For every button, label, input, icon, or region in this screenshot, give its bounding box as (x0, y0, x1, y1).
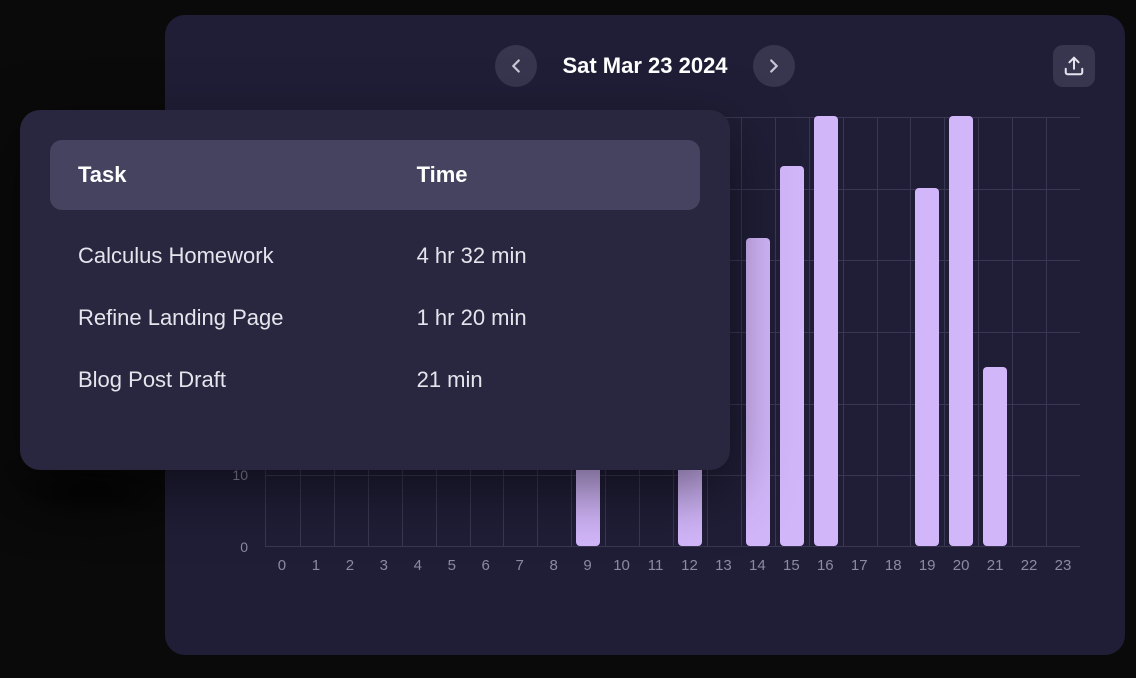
x-tick-label: 6 (482, 557, 490, 574)
chart-bar (746, 238, 770, 546)
upload-icon (1063, 55, 1085, 77)
grid-line-vertical (944, 117, 945, 546)
chevron-left-icon (505, 55, 527, 77)
task-name-cell: Calculus Homework (78, 243, 417, 269)
next-day-button[interactable] (753, 45, 795, 87)
task-time-cell: 21 min (417, 367, 483, 393)
grid-line-vertical (1046, 117, 1047, 546)
grid-line-vertical (877, 117, 878, 546)
grid-line-vertical (910, 117, 911, 546)
task-time-cell: 4 hr 32 min (417, 243, 527, 269)
prev-day-button[interactable] (495, 45, 537, 87)
x-tick-label: 14 (749, 557, 766, 574)
task-table-header: Task Time (50, 140, 700, 210)
chart-bar (949, 116, 973, 546)
x-tick-label: 11 (648, 557, 664, 574)
task-row: Blog Post Draft21 min (50, 349, 700, 411)
x-tick-label: 8 (549, 557, 557, 574)
x-tick-label: 9 (583, 557, 591, 574)
grid-line-vertical (775, 117, 776, 546)
x-tick-label: 17 (851, 557, 868, 574)
column-header-task: Task (78, 162, 417, 188)
x-tick-label: 3 (380, 557, 388, 574)
y-tick-label: 0 (240, 539, 248, 555)
task-summary-panel: Task Time Calculus Homework4 hr 32 minRe… (20, 110, 730, 470)
chart-bar (814, 116, 838, 546)
column-header-time: Time (417, 162, 468, 188)
date-nav-header: Sat Mar 23 2024 (200, 45, 1090, 87)
grid-line-vertical (1012, 117, 1013, 546)
chart-bar (983, 367, 1007, 546)
x-tick-label: 16 (817, 557, 834, 574)
x-tick-label: 4 (414, 557, 422, 574)
x-tick-label: 19 (919, 557, 936, 574)
chevron-right-icon (763, 55, 785, 77)
x-tick-label: 0 (278, 557, 286, 574)
x-tick-label: 18 (885, 557, 902, 574)
task-name-cell: Blog Post Draft (78, 367, 417, 393)
x-tick-label: 21 (987, 557, 1004, 574)
x-tick-label: 7 (516, 557, 524, 574)
grid-line-vertical (741, 117, 742, 546)
x-tick-label: 1 (312, 557, 320, 574)
x-tick-label: 10 (613, 557, 630, 574)
task-row: Calculus Homework4 hr 32 min (50, 225, 700, 287)
x-tick-label: 23 (1055, 557, 1072, 574)
x-tick-label: 20 (953, 557, 970, 574)
x-axis: 01234567891011121314151617181920212223 (265, 557, 1080, 577)
x-tick-label: 2 (346, 557, 354, 574)
current-date: Sat Mar 23 2024 (562, 53, 727, 79)
x-tick-label: 13 (715, 557, 732, 574)
grid-line-vertical (978, 117, 979, 546)
chart-bar (780, 166, 804, 546)
chart-bar (915, 188, 939, 546)
x-tick-label: 15 (783, 557, 800, 574)
export-button[interactable] (1053, 45, 1095, 87)
task-name-cell: Refine Landing Page (78, 305, 417, 331)
task-time-cell: 1 hr 20 min (417, 305, 527, 331)
x-tick-label: 12 (681, 557, 698, 574)
grid-line-vertical (843, 117, 844, 546)
task-row: Refine Landing Page1 hr 20 min (50, 287, 700, 349)
x-tick-label: 5 (448, 557, 456, 574)
x-tick-label: 22 (1021, 557, 1038, 574)
grid-line-vertical (809, 117, 810, 546)
